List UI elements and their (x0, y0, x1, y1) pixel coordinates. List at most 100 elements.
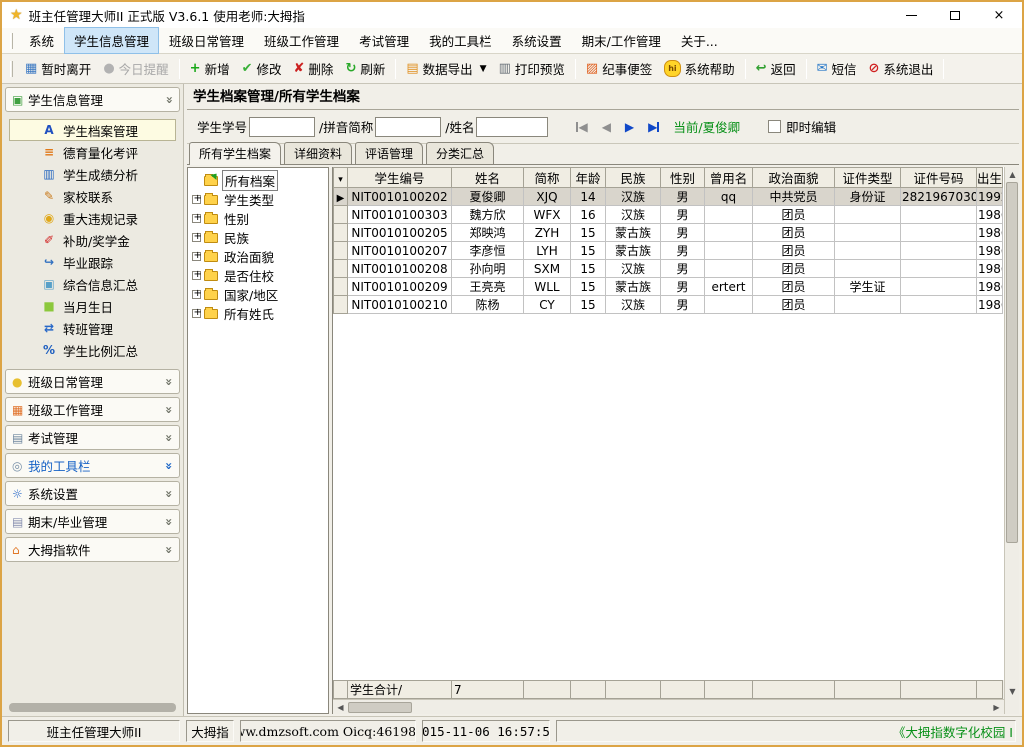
toolbar-button[interactable]: ▼ (179, 59, 180, 79)
tree-item[interactable]: 性别 (190, 209, 326, 228)
menu-item[interactable]: 班级日常管理 (159, 27, 254, 54)
table-row[interactable]: NIT0010100205 郑映鸿 ZYH 15 蒙古族 男 团员 (334, 224, 1003, 242)
cell-birthdate[interactable]: 1986 (977, 296, 1003, 314)
cell-shortname[interactable]: ZYH (524, 224, 571, 242)
sidebar-item[interactable]: A 学生档案管理 (9, 119, 176, 141)
toolbar-button[interactable]: ▼ (395, 59, 396, 79)
cell-name[interactable]: 夏俊卿 (452, 188, 524, 206)
cell-age[interactable]: 15 (571, 296, 606, 314)
collapse-chevron-icon[interactable]: « (162, 96, 176, 104)
expand-chevron-icon[interactable]: » (162, 518, 176, 526)
name-input[interactable] (476, 117, 548, 137)
sidebar-section[interactable]: ⌂ 大拇指软件 » (5, 537, 180, 562)
sidebar-item[interactable]: ◉ 重大违规记录 (9, 207, 176, 229)
expander-icon[interactable] (192, 309, 201, 318)
cell-gender[interactable]: 男 (661, 242, 705, 260)
cell-age[interactable]: 16 (571, 206, 606, 224)
cell-political-status[interactable]: 团员 (753, 296, 835, 314)
cell-student-id[interactable]: NIT0010100209 (348, 278, 452, 296)
cell-former-name[interactable] (705, 296, 753, 314)
column-header[interactable]: 简称 (524, 168, 571, 188)
cell-political-status[interactable]: 中共党员 (753, 188, 835, 206)
cell-former-name[interactable] (705, 224, 753, 242)
toolbar-button[interactable]: ▼ (575, 59, 576, 79)
table-row[interactable]: ▶ NIT0010100202 夏俊卿 XJQ 14 汉族 男 qq (334, 188, 1003, 206)
cell-student-id[interactable]: NIT0010100210 (348, 296, 452, 314)
toolbar-button[interactable]: ✘ 删除 ▼ (288, 56, 340, 81)
cell-age[interactable]: 15 (571, 260, 606, 278)
column-header[interactable]: 年龄 (571, 168, 606, 188)
tree-item[interactable]: 是否住校 (190, 266, 326, 285)
cell-name[interactable]: 李彦恒 (452, 242, 524, 260)
cell-age[interactable]: 14 (571, 188, 606, 206)
column-header[interactable]: 性别 (661, 168, 705, 188)
menu-item[interactable]: 系统 (19, 27, 64, 54)
toolbar-button[interactable]: ✔ 修改 ▼ (236, 56, 288, 81)
table-row[interactable]: NIT0010100303 魏方欣 WFX 16 汉族 男 团员 (334, 206, 1003, 224)
cell-former-name[interactable]: qq (705, 188, 753, 206)
cell-birthdate[interactable]: 1992 (977, 188, 1003, 206)
toolbar-button[interactable]: ▤ 数据导出 ▼ (400, 56, 492, 81)
cell-name[interactable]: 陈杨 (452, 296, 524, 314)
expand-chevron-icon[interactable]: » (162, 378, 176, 386)
cell-former-name[interactable]: ertert (705, 278, 753, 296)
cell-shortname[interactable]: WFX (524, 206, 571, 224)
sidebar-scrollbar-thumb[interactable] (9, 703, 176, 712)
toolbar-button[interactable]: ▼ (745, 59, 746, 79)
table-row[interactable]: NIT0010100207 李彦恒 LYH 15 蒙古族 男 团员 (334, 242, 1003, 260)
cell-student-id[interactable]: NIT0010100205 (348, 224, 452, 242)
next-record-button[interactable]: ▶ (625, 120, 634, 134)
cell-student-id[interactable]: NIT0010100207 (348, 242, 452, 260)
menu-item[interactable]: 我的工具栏 (419, 27, 502, 54)
cell-shortname[interactable]: SXM (524, 260, 571, 278)
toolbar-button[interactable]: ↻ 刷新 ▼ (339, 56, 391, 81)
cell-name[interactable]: 孙向明 (452, 260, 524, 278)
sidebar-section-student-info[interactable]: ▣ 学生信息管理 « (5, 87, 180, 112)
expander-icon[interactable] (192, 195, 201, 204)
menu-item[interactable]: 学生信息管理 (64, 27, 159, 54)
tree-item[interactable]: 所有档案 (190, 171, 326, 190)
cell-id-type[interactable] (835, 260, 901, 278)
tab[interactable]: 评语管理 (355, 142, 423, 164)
cell-name[interactable]: 郑映鸿 (452, 224, 524, 242)
maximize-button[interactable] (948, 8, 962, 22)
cell-ethnicity[interactable]: 汉族 (606, 206, 661, 224)
cell-shortname[interactable]: LYH (524, 242, 571, 260)
student-id-input[interactable] (249, 117, 315, 137)
sidebar-item[interactable]: ≡ 德育量化考评 (9, 141, 176, 163)
scroll-down-icon[interactable]: ▼ (1005, 684, 1020, 699)
sidebar-item[interactable]: ▣ 综合信息汇总 (9, 273, 176, 295)
toolbar-button[interactable]: ● 今日提醒 ▼ (97, 56, 174, 81)
column-filter-button[interactable]: ▾ (334, 168, 348, 188)
cell-id-number[interactable] (901, 224, 977, 242)
close-button[interactable]: × (992, 8, 1006, 22)
cell-age[interactable]: 15 (571, 224, 606, 242)
cell-gender[interactable]: 男 (661, 224, 705, 242)
sidebar-section[interactable]: ● 班级日常管理 » (5, 369, 180, 394)
cell-political-status[interactable]: 团员 (753, 242, 835, 260)
sidebar-item[interactable]: ▥ 学生成绩分析 (9, 163, 176, 185)
sidebar-item[interactable]: ■ 当月生日 (9, 295, 176, 317)
cell-age[interactable]: 15 (571, 278, 606, 296)
table-row[interactable]: NIT0010100210 陈杨 CY 15 汉族 男 团员 (334, 296, 1003, 314)
menu-item[interactable]: 关于... (671, 27, 728, 54)
cell-political-status[interactable]: 团员 (753, 260, 835, 278)
cell-student-id[interactable]: NIT0010100208 (348, 260, 452, 278)
toolbar-button[interactable]: ▥ 打印预览 ▼ (493, 56, 571, 81)
menu-item[interactable]: 班级工作管理 (254, 27, 349, 54)
cell-ethnicity[interactable]: 汉族 (606, 188, 661, 206)
cell-shortname[interactable]: WLL (524, 278, 571, 296)
expand-chevron-icon[interactable]: » (162, 546, 176, 554)
cell-id-number[interactable] (901, 242, 977, 260)
tree-item[interactable]: 政治面貌 (190, 247, 326, 266)
cell-ethnicity[interactable]: 汉族 (606, 296, 661, 314)
cell-id-number[interactable] (901, 296, 977, 314)
cell-birthdate[interactable]: 1986 (977, 224, 1003, 242)
column-header[interactable]: 证件号码 (901, 168, 977, 188)
toolbar-button[interactable]: ↩ 返回 ▼ (750, 56, 802, 81)
cell-gender[interactable]: 男 (661, 188, 705, 206)
column-header[interactable]: 出生日期 (977, 168, 1003, 188)
cell-id-type[interactable]: 学生证 (835, 278, 901, 296)
cell-former-name[interactable] (705, 260, 753, 278)
cell-name[interactable]: 魏方欣 (452, 206, 524, 224)
